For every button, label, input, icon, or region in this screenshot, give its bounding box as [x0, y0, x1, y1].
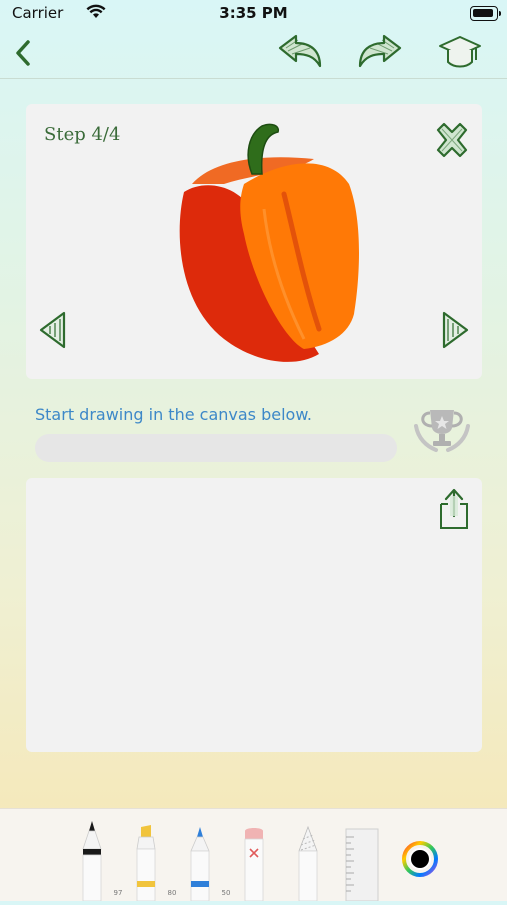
- navigation-bar: [0, 26, 507, 79]
- ruler-tool[interactable]: [345, 827, 379, 902]
- next-step-button[interactable]: [440, 310, 470, 350]
- color-wheel-icon[interactable]: [402, 841, 438, 877]
- lasso-tool[interactable]: [295, 825, 321, 902]
- marker-tool-label: 80: [167, 889, 177, 897]
- instruction-text: Start drawing in the canvas below.: [35, 405, 313, 424]
- status-bar: Carrier 3:35 PM: [0, 0, 507, 26]
- eraser-tool[interactable]: [241, 825, 267, 902]
- pen-tool[interactable]: 97: [79, 819, 122, 902]
- pencil-tool-label: 50: [221, 889, 231, 897]
- share-upload-icon[interactable]: [436, 486, 472, 532]
- pencil-tool[interactable]: 50: [187, 825, 230, 902]
- drawing-canvas[interactable]: [26, 478, 482, 752]
- previous-step-button[interactable]: [38, 310, 68, 350]
- tool-palette: 97 80 50: [0, 808, 507, 902]
- step-label: Step 4/4: [44, 124, 121, 145]
- bell-pepper-illustration: [179, 123, 359, 362]
- battery-icon: [470, 6, 501, 21]
- graduation-cap-icon[interactable]: [436, 32, 484, 72]
- back-button[interactable]: [8, 36, 38, 70]
- pen-tool-label: 97: [113, 889, 123, 897]
- trophy-icon: [414, 410, 470, 452]
- close-icon[interactable]: [432, 120, 472, 160]
- redo-button[interactable]: [356, 32, 404, 72]
- undo-button[interactable]: [276, 32, 324, 72]
- tutorial-card: Step 4/4: [26, 104, 482, 379]
- marker-tool[interactable]: 80: [133, 825, 176, 902]
- progress-bar: [35, 434, 397, 462]
- time-label: 3:35 PM: [219, 4, 288, 22]
